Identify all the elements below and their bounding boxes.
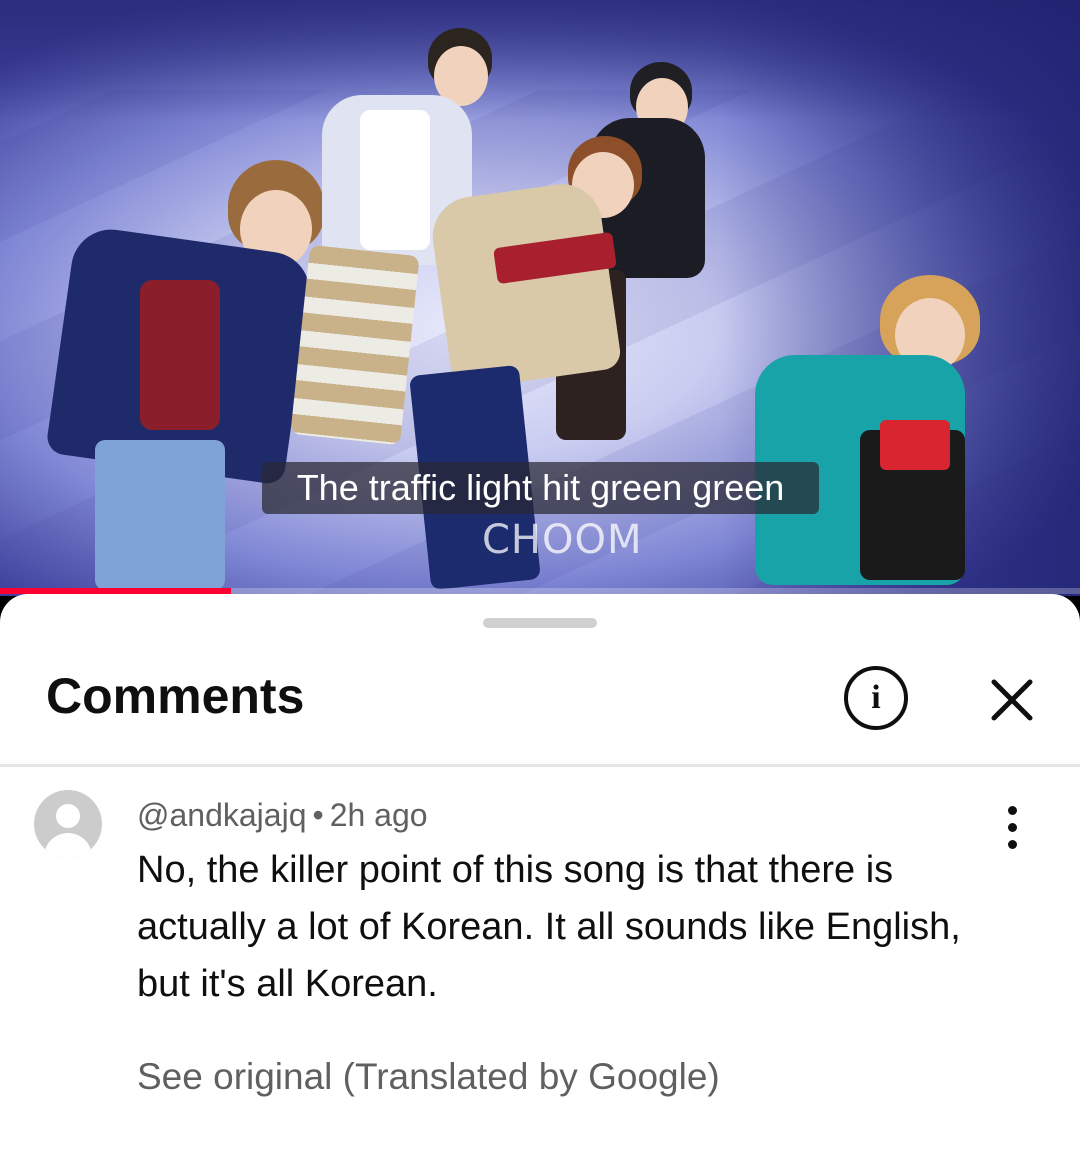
comments-title: Comments bbox=[46, 668, 305, 724]
comments-sheet: Comments i @andkajajq • 2h ago No, the kil… bbox=[0, 594, 1080, 1154]
video-player[interactable]: The traffic light hit green green CHOOM bbox=[0, 0, 1080, 596]
close-button[interactable] bbox=[980, 668, 1044, 732]
see-original-link[interactable]: See original (Translated by Google) bbox=[137, 1054, 720, 1100]
meta-separator: • bbox=[312, 797, 324, 833]
more-vertical-icon bbox=[1008, 806, 1017, 815]
header-divider bbox=[0, 764, 1080, 767]
channel-watermark: CHOOM bbox=[482, 517, 643, 563]
caption-subtitle: The traffic light hit green green bbox=[262, 462, 819, 514]
comment-time: 2h ago bbox=[329, 797, 428, 833]
comment-author[interactable]: @andkajajq bbox=[137, 797, 306, 833]
comment-meta: @andkajajq • 2h ago bbox=[137, 794, 428, 836]
info-icon: i bbox=[871, 679, 881, 716]
drag-handle[interactable] bbox=[483, 618, 597, 628]
close-icon bbox=[991, 679, 1033, 721]
comment-text: No, the killer point of this song is tha… bbox=[137, 849, 961, 1005]
default-avatar-icon[interactable] bbox=[34, 790, 102, 858]
info-button[interactable]: i bbox=[844, 666, 908, 730]
more-vertical-icon bbox=[1008, 823, 1017, 832]
